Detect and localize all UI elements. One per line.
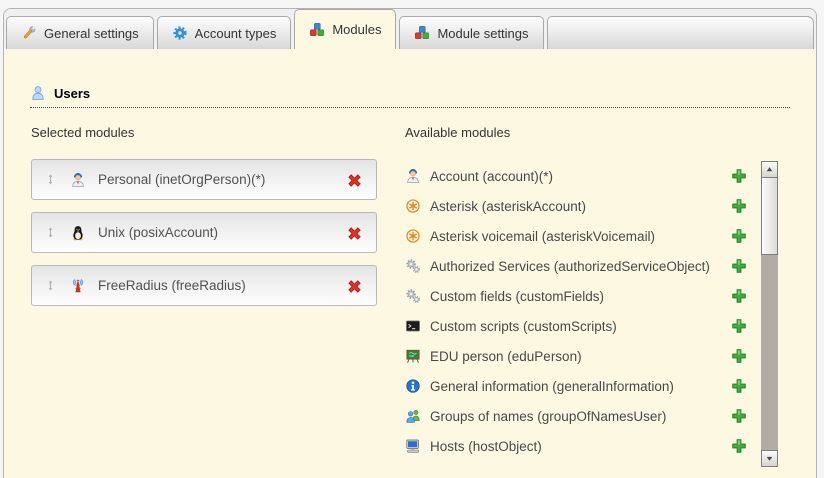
remove-module-button[interactable] (346, 278, 363, 295)
wrench-icon (21, 25, 37, 41)
available-module-row: Hosts (hostObject) (405, 431, 749, 461)
selected-module-row[interactable]: Unix (posixAccount) (31, 212, 377, 253)
available-module-row: Asterisk (asteriskAccount) (405, 191, 749, 221)
antenna-icon (70, 278, 86, 294)
available-module-row: Asterisk voicemail (asteriskVoicemail) (405, 221, 749, 251)
available-module-row: Authorized Services (authorizedServiceOb… (405, 251, 749, 281)
available-module-label: Custom scripts (customScripts) (430, 319, 731, 334)
tab-label: Module settings (437, 26, 528, 41)
drag-handle-icon[interactable] (44, 173, 57, 186)
tab-bar: General settings Account types Modules Modu… (4, 9, 816, 49)
group-icon (405, 408, 421, 424)
add-module-button[interactable] (731, 348, 747, 364)
tab-label: Account types (195, 26, 277, 41)
tab-account-types[interactable]: Account types (157, 16, 292, 49)
info-icon (405, 378, 421, 394)
host-icon (405, 438, 421, 454)
scroll-down-button[interactable] (761, 450, 778, 467)
add-module-button[interactable] (731, 378, 747, 394)
scrollbar-thumb[interactable] (761, 178, 778, 255)
page-background: { "colors": { "content_background": "#fc… (0, 0, 824, 478)
selected-module-label: FreeRadius (freeRadius) (98, 278, 246, 293)
modules-cubes-icon (414, 25, 430, 41)
add-module-button[interactable] (731, 288, 747, 304)
selected-module-label: Unix (posixAccount) (98, 225, 218, 240)
selected-module-row[interactable]: FreeRadius (freeRadius) (31, 265, 377, 306)
add-module-button[interactable] (731, 258, 747, 274)
available-module-label: Groups of names (groupOfNamesUser) (430, 409, 731, 424)
modules-cubes-icon (309, 22, 325, 38)
tab-modules[interactable]: Modules (294, 9, 396, 49)
add-module-button[interactable] (731, 438, 747, 454)
remove-module-button[interactable] (346, 225, 363, 242)
tab-general-settings[interactable]: General settings (6, 16, 154, 49)
scrollbar-track[interactable] (761, 255, 778, 450)
chalkboard-icon (405, 348, 421, 364)
drag-handle-icon[interactable] (44, 279, 57, 292)
scroll-up-button[interactable] (761, 161, 778, 178)
available-module-label: Custom fields (customFields) (430, 289, 731, 304)
asterisk-icon (405, 198, 421, 214)
add-module-button[interactable] (731, 228, 747, 244)
arrow-down-icon (765, 454, 774, 463)
selected-modules-heading: Selected modules (31, 125, 134, 140)
available-modules-scrollbar[interactable] (761, 161, 778, 467)
available-module-row: EDU person (eduPerson) (405, 341, 749, 371)
available-module-row: Custom scripts (customScripts) (405, 311, 749, 341)
add-module-button[interactable] (731, 408, 747, 424)
tab-label: Modules (332, 22, 381, 37)
drag-handle-icon[interactable] (44, 226, 57, 239)
tab-filler (547, 16, 814, 49)
available-module-row: Groups of names (groupOfNamesUser) (405, 401, 749, 431)
users-section-header: Users (30, 85, 790, 108)
available-module-label: Asterisk voicemail (asteriskVoicemail) (430, 229, 731, 244)
selected-module-row[interactable]: Personal (inetOrgPerson)(*) (31, 159, 377, 200)
person-icon (70, 172, 86, 188)
selected-modules-list: Personal (inetOrgPerson)(*) Unix (posixAc… (31, 159, 377, 318)
gear-icon (172, 25, 188, 41)
add-module-button[interactable] (731, 198, 747, 214)
selected-module-label: Personal (inetOrgPerson)(*) (98, 172, 265, 187)
users-section-title: Users (54, 86, 90, 101)
available-module-row: Account (account)(*) (405, 161, 749, 191)
tab-module-settings[interactable]: Module settings (399, 16, 543, 49)
available-module-row: Custom fields (customFields) (405, 281, 749, 311)
available-module-label: EDU person (eduPerson) (430, 349, 731, 364)
available-modules-list: Account (account)(*) Asterisk (asteriskAc… (405, 161, 749, 461)
configuration-panel: General settings Account types Modules Modu… (3, 8, 817, 478)
available-modules-heading: Available modules (405, 125, 510, 140)
gears-icon (405, 288, 421, 304)
arrow-up-icon (765, 165, 774, 174)
person-icon (405, 168, 421, 184)
available-module-label: Account (account)(*) (430, 169, 731, 184)
add-module-button[interactable] (731, 168, 747, 184)
tab-label: General settings (44, 26, 139, 41)
gears-icon (405, 258, 421, 274)
penguin-icon (70, 225, 86, 241)
available-module-label: Authorized Services (authorizedServiceOb… (430, 259, 731, 274)
available-module-label: Hosts (hostObject) (430, 439, 731, 454)
remove-module-button[interactable] (346, 172, 363, 189)
available-module-label: General information (generalInformation) (430, 379, 731, 394)
asterisk-icon (405, 228, 421, 244)
terminal-icon (405, 318, 421, 334)
user-icon (30, 85, 46, 101)
available-module-label: Asterisk (asteriskAccount) (430, 199, 731, 214)
available-module-row: General information (generalInformation) (405, 371, 749, 401)
add-module-button[interactable] (731, 318, 747, 334)
